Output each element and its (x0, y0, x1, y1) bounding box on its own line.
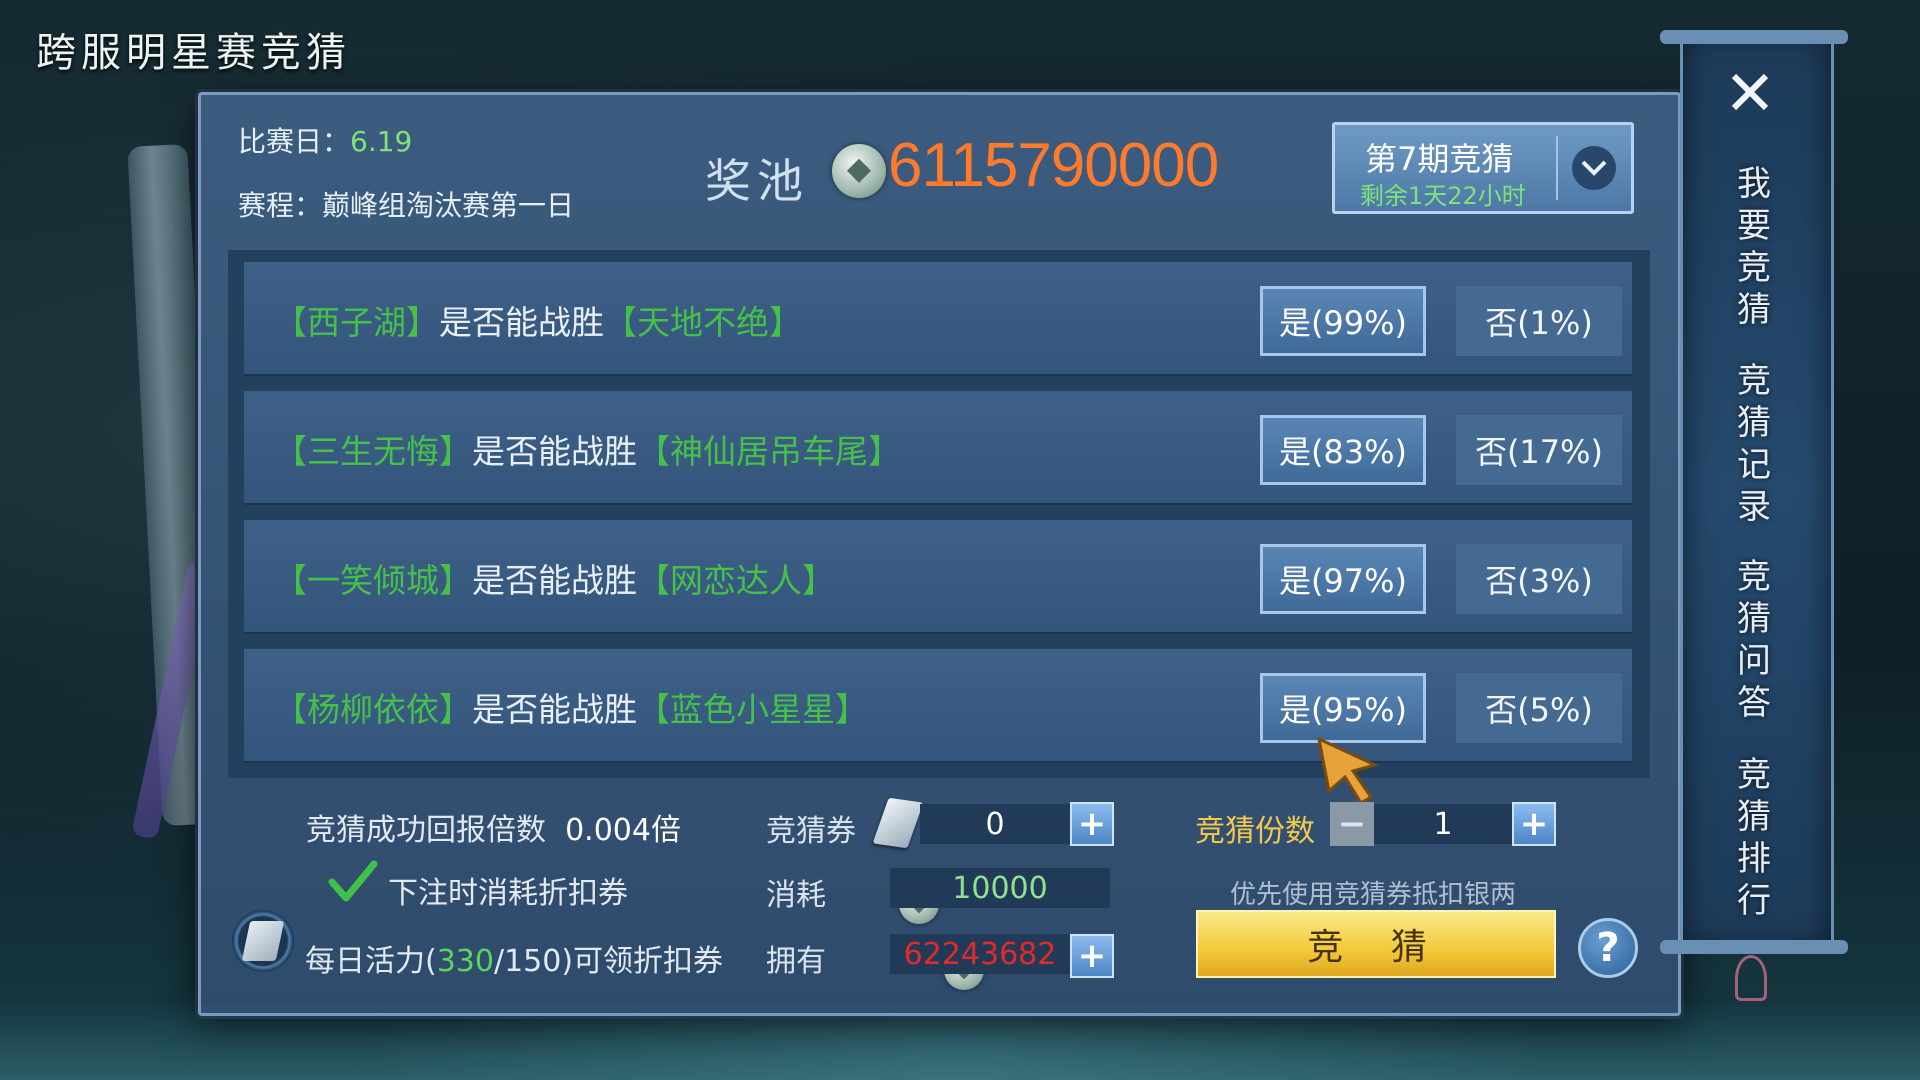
cursor-arrow-icon (1316, 736, 1380, 806)
match-date: 比赛日：6.19 (238, 120, 412, 160)
schedule-label: 赛程： (238, 189, 323, 222)
no-button[interactable]: 否(5%) (1456, 673, 1622, 743)
use-discount-toggle-label[interactable]: 下注时消耗折扣券 (388, 868, 628, 912)
floor-glow (0, 1000, 1920, 1080)
cost-value: 10000 (890, 868, 1110, 908)
silver-coin-icon (832, 144, 886, 198)
team-b: 【蓝色小星星】 (637, 690, 868, 729)
own-label: 拥有 (766, 944, 826, 979)
yes-button[interactable]: 是(99%) (1260, 286, 1426, 356)
checkmark-icon[interactable] (328, 860, 378, 904)
scroll-rod-top (1660, 30, 1848, 44)
return-ratio: 竞猜成功回报倍数 0.004倍 (306, 805, 681, 849)
share-count-value[interactable]: 1 (1374, 804, 1512, 844)
chevron-down-icon[interactable] (1572, 146, 1616, 190)
no-button[interactable]: 否(1%) (1456, 286, 1622, 356)
match-verb: 是否能战胜 (472, 432, 637, 471)
match-question: 【杨柳依依】是否能战胜【蓝色小星星】 (274, 683, 868, 731)
team-a: 【西子湖】 (274, 303, 439, 342)
decrease-share-button[interactable]: − (1330, 802, 1374, 846)
return-ratio-value: 0.004倍 (565, 813, 681, 848)
period-title: 第7期竞猜 (1365, 140, 1514, 178)
match-verb: 是否能战胜 (472, 561, 637, 600)
ticket-count: 0 (920, 804, 1070, 844)
match-row: 【西子湖】是否能战胜【天地不绝】 是(99%) 否(1%) (244, 262, 1632, 376)
match-date-value: 6.19 (350, 125, 413, 158)
side-menu-history[interactable]: 竞猜记录 (1728, 360, 1780, 528)
period-remaining: 剩余1天22小时 (1360, 182, 1526, 210)
daily-suffix: /150)可领折扣券 (493, 944, 724, 979)
no-button[interactable]: 否(3%) (1456, 544, 1622, 614)
period-divider (1556, 136, 1558, 200)
match-question: 【一笑倾城】是否能战胜【网恋达人】 (274, 554, 835, 602)
side-menu-faq[interactable]: 竞猜问答 (1728, 556, 1780, 724)
scroll-rod-bottom (1660, 940, 1848, 954)
match-date-label: 比赛日： (238, 125, 351, 158)
team-a: 【杨柳依依】 (274, 690, 472, 729)
ticket-icon (232, 910, 294, 972)
side-menu-place-bet[interactable]: 我要竞猜 (1728, 163, 1780, 331)
return-ratio-label: 竞猜成功回报倍数 (306, 813, 546, 848)
share-count-label: 竞猜份数 (1195, 814, 1315, 849)
prize-pool-amount: 6115790000 (888, 131, 1219, 200)
no-button[interactable]: 否(17%) (1456, 415, 1622, 485)
match-row: 【一笑倾城】是否能战胜【网恋达人】 是(97%) 否(3%) (244, 520, 1632, 634)
ticket-label: 竞猜券 (766, 814, 856, 849)
add-silver-button[interactable]: + (1070, 934, 1114, 978)
match-question: 【三生无悔】是否能战胜【神仙居吊车尾】 (274, 425, 901, 473)
page-title: 跨服明星赛竞猜 (36, 30, 351, 76)
match-verb: 是否能战胜 (439, 303, 604, 342)
add-ticket-button[interactable]: + (1070, 802, 1114, 846)
increase-share-button[interactable]: + (1512, 802, 1556, 846)
yes-button[interactable]: 是(95%) (1260, 673, 1426, 743)
team-b: 【神仙居吊车尾】 (637, 432, 901, 471)
own-value: 62243682 (890, 934, 1070, 974)
ticket-priority-hint: 优先使用竞猜券抵扣银两 (1230, 880, 1517, 910)
schedule-value: 巅峰组淘汰赛第一日 (322, 189, 575, 222)
match-row: 【杨柳依依】是否能战胜【蓝色小星星】 是(95%) 否(5%) (244, 649, 1632, 763)
tassel-decoration (1735, 955, 1767, 1001)
daily-current: 330 (436, 944, 494, 979)
team-b: 【天地不绝】 (604, 303, 802, 342)
side-menu-ranking[interactable]: 竞猜排行 (1728, 754, 1780, 922)
match-question: 【西子湖】是否能战胜【天地不绝】 (274, 296, 802, 344)
match-row: 【三生无悔】是否能战胜【神仙居吊车尾】 是(83%) 否(17%) (244, 391, 1632, 505)
team-a: 【三生无悔】 (274, 432, 472, 471)
help-button[interactable]: ? (1578, 918, 1638, 978)
match-schedule: 赛程：巅峰组淘汰赛第一日 (238, 184, 574, 224)
place-bet-button[interactable]: 竞 猜 (1196, 910, 1556, 978)
close-icon[interactable] (1720, 62, 1780, 122)
daily-activity: 每日活力(330/150)可领折扣券 (305, 936, 723, 980)
yes-button[interactable]: 是(83%) (1260, 415, 1426, 485)
cost-label: 消耗 (766, 878, 826, 913)
prize-pool-label: 奖池 (705, 154, 809, 208)
yes-button[interactable]: 是(97%) (1260, 544, 1426, 614)
team-b: 【网恋达人】 (637, 561, 835, 600)
team-a: 【一笑倾城】 (274, 561, 472, 600)
daily-prefix: 每日活力( (305, 944, 437, 979)
match-verb: 是否能战胜 (472, 690, 637, 729)
